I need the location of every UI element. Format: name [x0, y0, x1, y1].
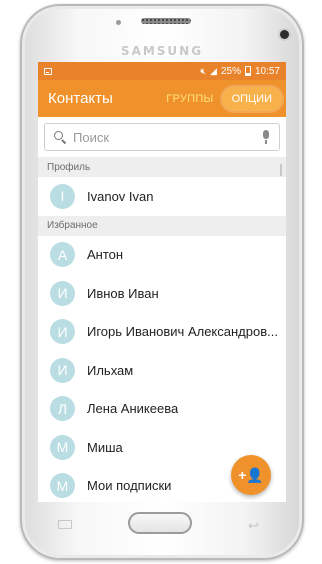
- add-contact-button[interactable]: +👤: [231, 455, 271, 495]
- add-contact-icon: +👤: [238, 466, 264, 483]
- contact-name: Антон: [87, 247, 124, 263]
- front-camera: [280, 30, 289, 39]
- recent-apps-button[interactable]: [58, 520, 72, 529]
- scrollbar[interactable]: [280, 164, 282, 176]
- screen: 🔇︎ ◢ 25% 10:57 Контакты ГРУППЫ ОПЦИИ Пои…: [38, 62, 286, 502]
- home-button[interactable]: [128, 512, 192, 534]
- signal-icon: ◢: [210, 65, 217, 76]
- list-item[interactable]: И Ивнов Иван: [38, 274, 286, 313]
- avatar: А: [50, 242, 75, 268]
- app-title: Контакты: [48, 90, 113, 107]
- avatar: М: [50, 473, 75, 499]
- profile-row[interactable]: I Ivanov Ivan: [38, 177, 286, 216]
- search-icon: [53, 130, 67, 145]
- list-item[interactable]: И Игорь Иванович Александров...: [38, 313, 286, 352]
- section-header-profile: Профиль: [38, 157, 286, 177]
- microphone-icon[interactable]: [261, 129, 271, 145]
- avatar: I: [50, 183, 75, 209]
- app-bar: Контакты ГРУППЫ ОПЦИИ: [38, 80, 286, 117]
- contact-name: Игорь Иванович Александров...: [87, 324, 278, 340]
- proximity-sensor: [116, 20, 121, 25]
- contact-name: Ивнов Иван: [87, 285, 159, 301]
- status-bar: 🔇︎ ◢ 25% 10:57: [38, 62, 286, 80]
- brand-logo: SAMSUNG: [120, 44, 204, 58]
- search-bar[interactable]: Поиск: [44, 123, 280, 151]
- list-item[interactable]: А Антон: [38, 236, 286, 275]
- list-item[interactable]: И Ильхам: [38, 351, 286, 390]
- contact-name: Миша: [87, 439, 123, 455]
- avatar: И: [50, 319, 75, 345]
- battery-percent: 25%: [220, 65, 241, 77]
- contact-name: Мои подписки: [87, 478, 172, 494]
- earpiece-speaker: [141, 18, 191, 24]
- avatar: И: [50, 357, 75, 383]
- avatar: Л: [50, 396, 75, 422]
- list-item[interactable]: Л Лена Аникеева: [38, 390, 286, 429]
- notification-icon: [44, 67, 52, 75]
- groups-button[interactable]: ГРУППЫ: [166, 93, 213, 105]
- search-input[interactable]: Поиск: [73, 130, 261, 145]
- mute-icon: 🔇︎: [200, 65, 207, 76]
- contact-name: Ильхам: [87, 362, 134, 378]
- options-button[interactable]: ОПЦИИ: [221, 86, 282, 111]
- avatar: М: [50, 434, 75, 460]
- contact-name: Лена Аникеева: [87, 401, 179, 417]
- contact-name: Ivanov Ivan: [87, 188, 154, 204]
- contacts-list: Профиль I Ivanov Ivan Избранное А Антон …: [38, 157, 286, 502]
- avatar: И: [50, 280, 75, 306]
- clock: 10:57: [254, 65, 280, 77]
- battery-icon: [244, 66, 251, 76]
- back-button[interactable]: ↩: [248, 518, 259, 534]
- section-header-favorites: Избранное: [38, 215, 286, 236]
